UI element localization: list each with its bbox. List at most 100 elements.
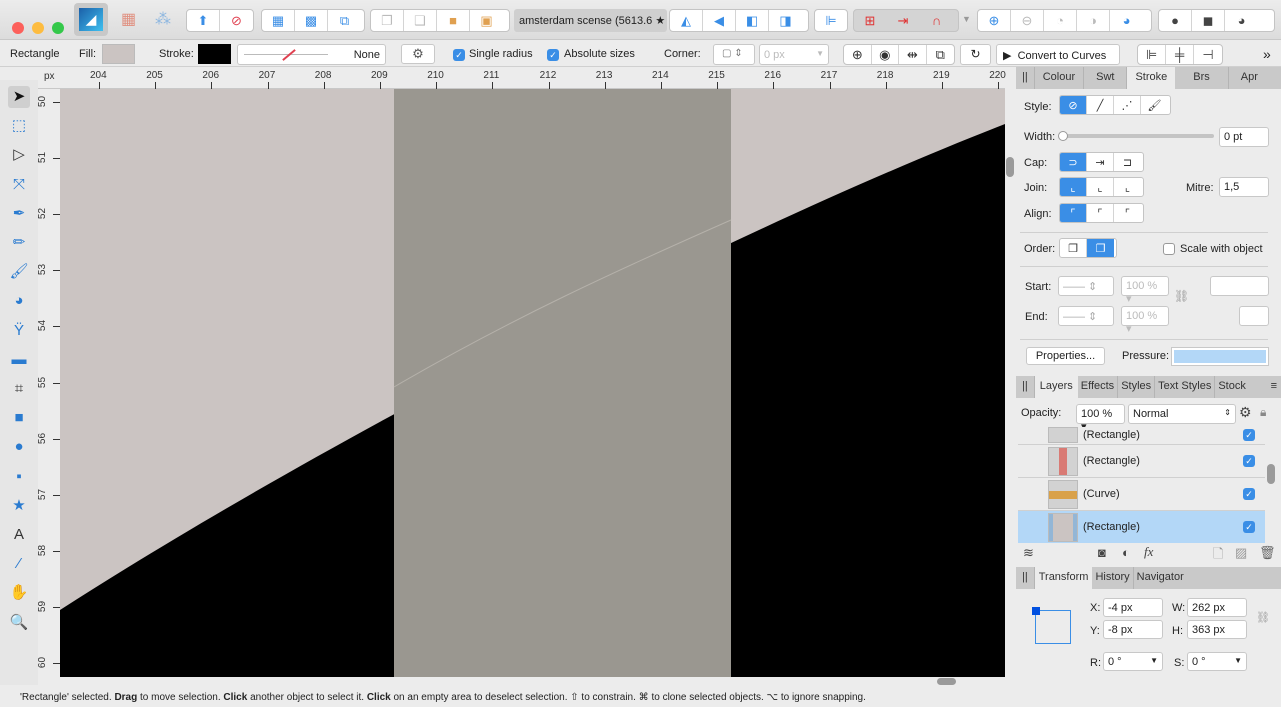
rotation-select[interactable]: 0 ° ▼ <box>1103 652 1163 671</box>
horizontal-ruler[interactable]: px 204 205 206 207 208 209 210 211 212 213 214 215 2… <box>38 67 1006 89</box>
rotate-left-icon[interactable]: ◧ <box>736 10 769 31</box>
distribute-icon[interactable]: ⇹ <box>899 45 927 64</box>
opacity-select[interactable]: 100 % ▾ <box>1076 404 1125 433</box>
trash-icon[interactable]: 🗑 <box>1259 545 1276 561</box>
start-scale-select[interactable]: 100 % ▾ <box>1121 276 1169 305</box>
corner-type-select[interactable]: ▢ ⇕ <box>713 44 755 65</box>
subtract-icon[interactable]: ⊖ <box>1011 10 1044 31</box>
link-icon[interactable]: ⛓ <box>1174 289 1189 303</box>
move-tool-icon[interactable]: ➤ <box>8 86 30 108</box>
lock-icon[interactable]: 🔒︎ <box>1260 405 1266 420</box>
tab-stock[interactable]: Stock <box>1215 376 1249 398</box>
add-pixel-layer-icon[interactable]: ▨ <box>1235 545 1247 561</box>
grid-dots-icon[interactable]: ▩ <box>295 10 328 31</box>
y-input[interactable]: -8 px <box>1103 620 1163 639</box>
back-icon[interactable]: ❐ <box>371 10 404 31</box>
stroke-none-icon[interactable]: ⊘ <box>220 10 253 31</box>
layer-row[interactable]: (Curve) ✓ <box>1018 478 1265 511</box>
adjustment-icon[interactable]: ◐ <box>1122 545 1130 560</box>
square-cap-icon[interactable]: ⊐ <box>1114 153 1141 171</box>
panel-grip-icon[interactable]: || <box>1016 376 1035 398</box>
upload-icon[interactable]: ⬆ <box>187 10 220 31</box>
align-icon[interactable]: ⊫ <box>815 10 847 31</box>
fill-swatch[interactable] <box>102 44 135 64</box>
xor-icon[interactable]: ◑ <box>1077 10 1110 31</box>
artboard-tool-icon[interactable]: ⬚ <box>8 115 30 137</box>
canvas[interactable] <box>60 89 1005 677</box>
clip-icon[interactable]: ◕ <box>1225 10 1258 31</box>
stroke-behind-icon[interactable]: ❐ <box>1060 239 1087 257</box>
layers-scroll-thumb[interactable] <box>1267 464 1275 484</box>
text-tool-icon[interactable]: A <box>8 524 30 546</box>
single-radius-checkbox[interactable]: ✓ <box>453 49 465 61</box>
end-arrowhead-select[interactable]: —— ⇕ <box>1058 306 1114 326</box>
layer-row[interactable]: (Rectangle) ✓ <box>1018 427 1265 445</box>
designer-persona-button[interactable]: ◢ <box>74 3 108 36</box>
align-left-icon[interactable]: ⊫ <box>1138 45 1167 64</box>
tab-appearance[interactable]: Apr <box>1229 67 1270 89</box>
layer-visibility-checkbox[interactable]: ✓ <box>1243 521 1255 533</box>
width-slider[interactable] <box>1058 131 1214 141</box>
zoom-window-button[interactable] <box>52 22 64 34</box>
minimize-window-button[interactable] <box>32 22 44 34</box>
stroke-front-icon[interactable]: ❐ <box>1087 239 1114 257</box>
layer-row-selected[interactable]: (Rectangle) ✓ <box>1018 511 1265 543</box>
end-scale-select[interactable]: 100 % ▾ <box>1121 306 1169 335</box>
node-tool-icon[interactable]: ▷ <box>8 144 30 166</box>
star-tool-icon[interactable]: ★ <box>8 495 30 517</box>
shear-select[interactable]: 0 ° ▼ <box>1187 652 1247 671</box>
round-cap-icon[interactable]: ⇥ <box>1087 153 1114 171</box>
mask-icon[interactable]: ◙ <box>1098 545 1106 560</box>
vertical-scrollbar[interactable] <box>1005 89 1016 677</box>
no-stroke-icon[interactable]: ⊘ <box>1060 96 1087 114</box>
flip-horizontal-icon[interactable]: ◭ <box>670 10 703 31</box>
fill-tool-icon[interactable]: ◕ <box>8 290 30 312</box>
pencil-tool-icon[interactable]: ✏ <box>8 232 30 254</box>
tab-stroke[interactable]: Stroke <box>1127 67 1176 89</box>
layer-settings-gear-icon[interactable]: ⚙ <box>1239 404 1252 421</box>
arrowhead-position-control[interactable] <box>1210 276 1269 296</box>
overflow-chevron-icon[interactable]: » <box>1263 46 1271 62</box>
rotate-right-icon[interactable]: ◨ <box>769 10 802 31</box>
tab-brushes[interactable]: Brs <box>1175 67 1229 89</box>
vertical-scroll-thumb[interactable] <box>1006 157 1014 177</box>
start-arrowhead-select[interactable]: —— ⇕ <box>1058 276 1114 296</box>
grid-icon[interactable]: ▦ <box>262 10 295 31</box>
panel-menu-icon[interactable]: ≡ <box>1267 376 1281 398</box>
corner-radius-input[interactable]: 0 px ▼ <box>759 44 829 65</box>
pixel-persona-icon[interactable]: ▦ <box>121 9 136 29</box>
stroke-swatch[interactable] <box>198 44 231 64</box>
layer-visibility-checkbox[interactable]: ✓ <box>1243 488 1255 500</box>
rectangle-tool-icon[interactable]: ■ <box>8 407 30 429</box>
width-slider-handle[interactable] <box>1058 131 1068 141</box>
view-tool-icon[interactable]: ✋ <box>8 582 30 604</box>
layer-visibility-checkbox[interactable]: ✓ <box>1243 455 1255 467</box>
forward-icon[interactable]: ■ <box>437 10 470 31</box>
panel-grip-icon[interactable]: || <box>1016 67 1035 89</box>
divide-icon[interactable]: ◕ <box>1110 10 1143 31</box>
crop-tool-icon[interactable]: ⌗ <box>8 378 30 400</box>
fx-icon[interactable]: fx <box>1144 544 1153 560</box>
tab-effects[interactable]: Effects <box>1078 376 1119 398</box>
snap-to-pixel-icon[interactable]: ⇥ <box>887 10 920 31</box>
convert-to-curves-button[interactable]: ▶ Convert to Curves <box>996 44 1120 65</box>
panel-grip-icon[interactable]: || <box>1016 567 1035 589</box>
close-window-button[interactable] <box>12 22 24 34</box>
vertical-ruler[interactable]: 50 51 52 53 54 55 56 57 58 59 60 <box>37 89 60 677</box>
bevel-join-icon[interactable]: ⌞ <box>1114 178 1141 196</box>
backward-icon[interactable]: ❑ <box>404 10 437 31</box>
brush-stroke-icon[interactable]: 🖌 <box>1141 96 1168 114</box>
w-input[interactable]: 262 px <box>1187 598 1247 617</box>
crosshair-icon[interactable]: ⊕ <box>844 45 872 64</box>
width-input[interactable]: 0 pt <box>1219 127 1269 147</box>
vector-brush-tool-icon[interactable]: 🖌 <box>8 261 30 283</box>
blend-mode-select[interactable]: Normal ⇕ <box>1128 404 1236 424</box>
scale-icon[interactable]: ⧉ <box>927 45 954 64</box>
merge-icon[interactable]: ● <box>1159 10 1192 31</box>
snapping-magnet-icon[interactable]: ∩ <box>920 10 953 31</box>
mitre-input[interactable]: 1,5 <box>1219 177 1269 197</box>
anchor-point-selector[interactable] <box>1032 607 1071 644</box>
absolute-sizes-checkbox[interactable]: ✓ <box>547 49 559 61</box>
rounded-rectangle-tool-icon[interactable]: ▪ <box>8 466 30 488</box>
eye-icon[interactable]: ◉ <box>872 45 900 64</box>
